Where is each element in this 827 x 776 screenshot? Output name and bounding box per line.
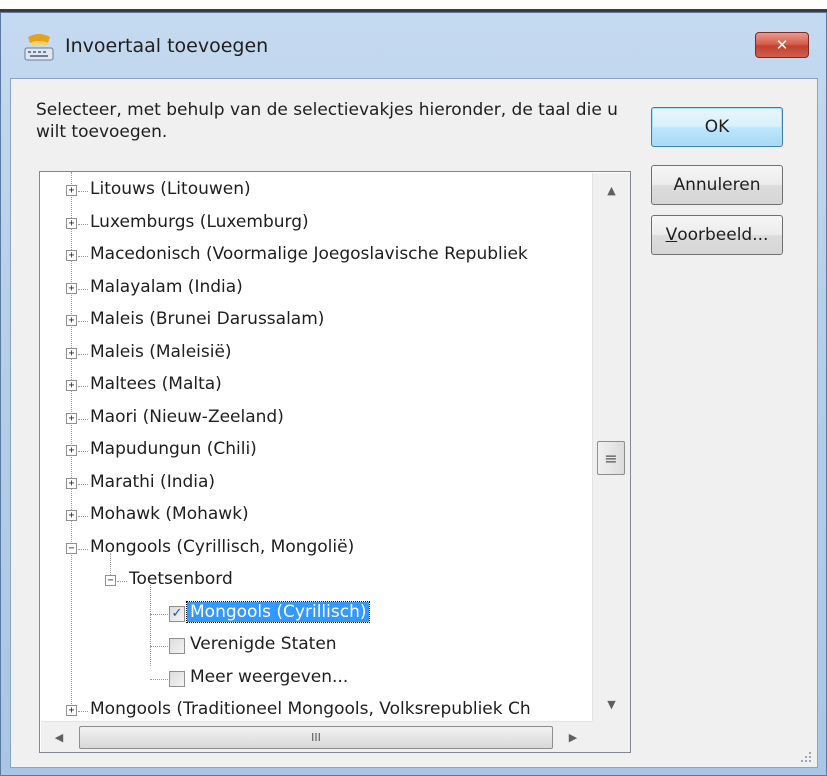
keyboard-option[interactable]: Verenigde Staten — [40, 630, 592, 662]
tree-branch-line — [78, 223, 88, 225]
expander-icon[interactable]: − — [66, 542, 77, 554]
tree-item-label: Malayalam (India) — [90, 276, 243, 297]
tree-item-label: Mongools (Traditioneel Mongools, Volksre… — [90, 699, 531, 719]
arrow-right-icon: ▶ — [568, 731, 578, 744]
vertical-scroll-thumb[interactable]: ≡ — [597, 441, 625, 475]
tree-item[interactable]: + Marathi (India) — [40, 468, 592, 500]
tree-branch-line — [150, 646, 168, 647]
tree-item-label: Mohawk (Mohawk) — [90, 504, 249, 524]
tree-branch-line — [78, 321, 88, 322]
expander-icon[interactable]: + — [66, 347, 77, 359]
tree-branch-line — [78, 451, 88, 452]
arrow-left-icon: ◀ — [54, 731, 64, 744]
language-tree[interactable]: + Litouws (Litouwen) + Luxemburgs (Luxembur… — [39, 171, 631, 753]
tree-branch-line — [117, 581, 127, 582]
keyboard-option-label: Meer weergeven... — [190, 666, 349, 687]
expander-icon[interactable]: + — [66, 217, 77, 229]
tree-item[interactable]: + Macedonisch (Voormalige Joegoslavische … — [40, 240, 592, 272]
scroll-down-button[interactable]: ▼ — [593, 687, 630, 721]
tree-item-label: Marathi (India) — [90, 471, 216, 492]
tree-item-keyboard-group[interactable]: − Toetsenbord — [40, 565, 592, 597]
close-button[interactable]: ✕ — [755, 32, 809, 58]
tree-branch-line — [78, 353, 88, 355]
tree-item-label: Maori (Nieuw-Zeeland) — [90, 406, 284, 427]
scroll-left-button[interactable]: ◀ — [41, 722, 77, 752]
keyboard-option-label: Mongools (Cyrillisch) — [185, 600, 371, 623]
tree-item[interactable]: + Malayalam (India) — [40, 273, 592, 305]
instruction-text: Selecteer, met behulp van de selectievak… — [36, 100, 618, 142]
tree-branch-line — [150, 613, 168, 615]
keyboard-option[interactable]: ✓ Mongools (Cyrillisch) — [40, 598, 592, 630]
tree-item[interactable]: + Litouws (Litouwen) — [40, 175, 592, 207]
expander-icon[interactable]: − — [105, 575, 116, 586]
window-title: Invoertaal toevoegen — [65, 35, 269, 57]
vertical-scrollbar[interactable]: ▲ ≡ ▼ — [592, 173, 630, 721]
tree-item[interactable]: + Maltees (Malta) — [40, 370, 592, 402]
cancel-button[interactable]: Annuleren — [651, 165, 783, 205]
expander-icon[interactable]: + — [66, 705, 77, 716]
keyboard-option-label: Verenigde Staten — [190, 634, 337, 654]
tree-item-label: Mongools (Cyrillisch, Mongolië) — [90, 536, 355, 557]
tree-item[interactable]: + Maleis (Brunei Darussalam) — [40, 305, 592, 337]
grip-icon: III — [311, 731, 321, 744]
keyboard-checkbox[interactable] — [169, 638, 185, 654]
arrow-down-icon: ▼ — [607, 697, 616, 711]
close-icon: ✕ — [775, 36, 789, 54]
tree-item[interactable]: − Mongools (Cyrillisch, Mongolië) — [40, 533, 592, 565]
tree-branch-line — [78, 191, 88, 192]
tree-branch-line — [78, 548, 88, 550]
keyboard-checkbox[interactable]: ✓ — [169, 605, 185, 622]
tree-item-label: Maltees (Malta) — [90, 374, 222, 394]
tree-item[interactable]: + Mohawk (Mohawk) — [40, 500, 592, 532]
tree-branch-line — [150, 678, 168, 680]
dialog-window: Invoertaal toevoegen ✕ Selecteer, met be… — [0, 12, 827, 776]
grip-icon: ≡ — [604, 448, 618, 468]
scroll-right-button[interactable]: ▶ — [555, 722, 591, 752]
dialog-client-area: Selecteer, met behulp van de selectievak… — [10, 78, 818, 768]
preview-button[interactable]: Voorbeeld... — [651, 215, 783, 255]
expander-icon[interactable]: + — [66, 510, 77, 521]
keyboard-checkbox[interactable] — [169, 670, 185, 687]
tree-item-label: Macedonisch (Voormalige Joegoslavische R… — [90, 244, 528, 264]
tree-item[interactable]: + Maleis (Maleisië) — [40, 338, 592, 370]
tree-item[interactable]: + Mapudungun (Chili) — [40, 435, 592, 467]
horizontal-scrollbar[interactable]: ◀ III ▶ — [41, 721, 592, 752]
horizontal-scroll-thumb[interactable]: III — [79, 726, 553, 749]
tree-branch-line — [78, 711, 88, 712]
preview-label: oorbeeld... — [677, 225, 769, 245]
expander-icon[interactable]: + — [66, 445, 77, 456]
keyboard-option[interactable]: Meer weergeven... — [40, 663, 592, 695]
resize-grip-icon[interactable] — [795, 746, 813, 764]
tree-item[interactable]: + Maori (Nieuw-Zeeland) — [40, 403, 592, 435]
preview-accesskey: V — [665, 225, 678, 245]
expander-icon[interactable]: + — [66, 412, 77, 424]
expander-icon[interactable]: + — [66, 380, 77, 391]
scrollbar-corner — [592, 721, 630, 752]
tree-branch-line — [78, 483, 88, 485]
tree-item-label: Maleis (Brunei Darussalam) — [90, 309, 325, 329]
tree-item-label: Toetsenbord — [129, 569, 233, 589]
tree-branch-line — [78, 256, 88, 257]
arrow-up-icon: ▲ — [607, 183, 616, 197]
tree-branch-line — [78, 386, 88, 387]
expander-icon[interactable]: + — [66, 250, 77, 261]
expander-icon[interactable]: + — [66, 185, 77, 196]
tree-item-label: Litouws (Litouwen) — [90, 179, 251, 199]
ok-button[interactable]: OK — [651, 107, 783, 147]
tree-branch-line — [78, 288, 88, 290]
expander-icon[interactable]: + — [66, 477, 77, 489]
expander-icon[interactable]: + — [66, 282, 77, 294]
tree-item[interactable]: + Luxemburgs (Luxemburg) — [40, 208, 592, 240]
keyboard-language-icon — [24, 34, 54, 61]
tree-item-label: Maleis (Maleisië) — [90, 341, 232, 362]
title-bar[interactable]: Invoertaal toevoegen ✕ — [1, 13, 826, 75]
tree-branch-line — [78, 418, 88, 420]
scroll-up-button[interactable]: ▲ — [593, 173, 630, 207]
expander-icon[interactable]: + — [66, 315, 77, 326]
tree-branch-line — [78, 516, 88, 517]
tree-item-label: Luxemburgs (Luxemburg) — [90, 211, 309, 232]
tree-item-label: Mapudungun (Chili) — [90, 439, 257, 459]
